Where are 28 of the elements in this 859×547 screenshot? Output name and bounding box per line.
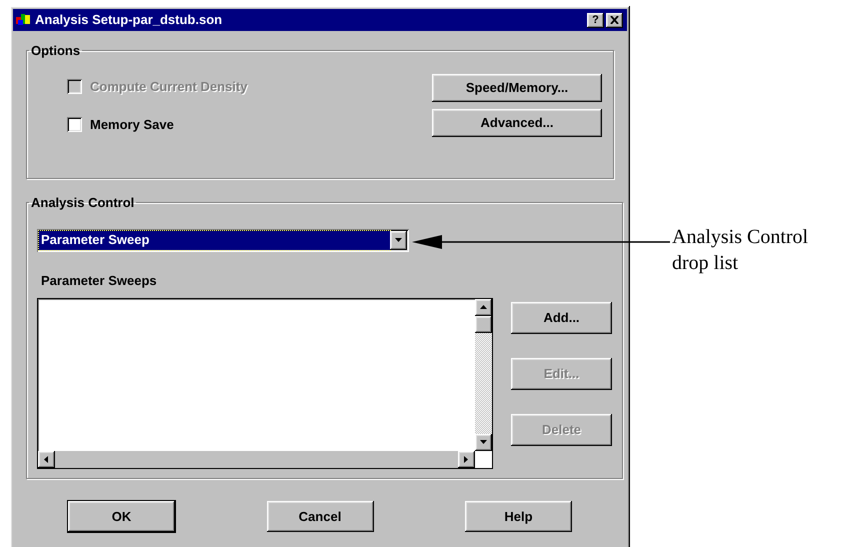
up-arrow-icon: [479, 303, 488, 312]
app-icon: [15, 12, 33, 28]
parameter-sweeps-list[interactable]: [37, 298, 493, 469]
checkbox[interactable]: [67, 117, 82, 132]
down-arrow-icon: [394, 236, 403, 244]
dialog-button[interactable]: Add...: [511, 302, 612, 334]
horizontal-scrollbar[interactable]: [38, 451, 475, 468]
annotation-text: Analysis Control drop list: [672, 225, 810, 276]
dialog-button[interactable]: Cancel: [266, 501, 374, 532]
checkbox-label: Compute Current Density: [90, 78, 248, 96]
close-icon: [610, 16, 619, 24]
dropdown-value: Parameter Sweep: [39, 230, 390, 250]
vertical-scrollbar[interactable]: [475, 299, 492, 451]
group-title: Analysis Control: [30, 194, 136, 212]
left-arrow-icon: [42, 455, 51, 464]
checkbox-label: Memory Save: [90, 116, 174, 134]
dialog-button[interactable]: Speed/Memory...: [432, 74, 602, 102]
scroll-thumb[interactable]: [475, 316, 492, 333]
dialog-button[interactable]: OK: [68, 501, 175, 532]
group-title: Options: [30, 42, 82, 60]
analysis-control-dropdown[interactable]: Parameter Sweep: [37, 228, 409, 252]
help-button[interactable]: ?: [587, 12, 604, 28]
dialog-button[interactable]: Advanced...: [432, 108, 602, 136]
close-button[interactable]: [606, 12, 623, 28]
dropdown-arrow-button[interactable]: [390, 230, 407, 250]
window-title: Analysis Setup-par_dstub.son: [35, 11, 224, 30]
list-label: Parameter Sweeps: [41, 272, 158, 290]
dialog-button[interactable]: Help: [465, 501, 572, 532]
